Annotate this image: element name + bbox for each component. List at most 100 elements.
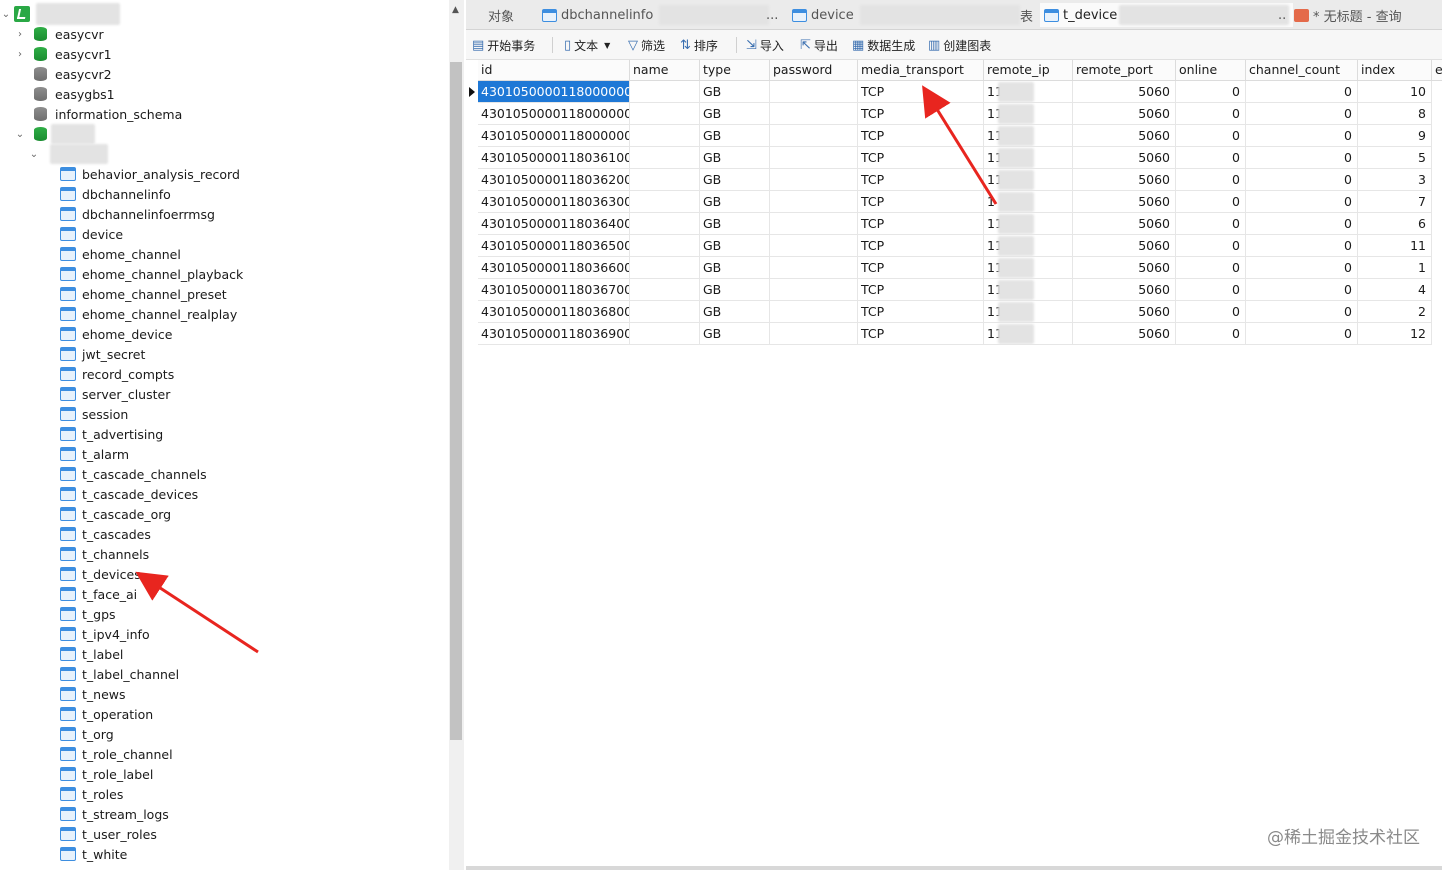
tree-table-jwt-secret[interactable]: jwt_secret — [60, 344, 145, 364]
cell-index[interactable]: 7 — [1358, 191, 1432, 213]
cell-media-transport[interactable]: TCP — [858, 213, 984, 235]
tree-table-dbchannelinfo[interactable]: dbchannelinfo — [60, 184, 171, 204]
cell-online[interactable]: 0 — [1176, 103, 1246, 125]
cell-media-transport[interactable]: TCP — [858, 191, 984, 213]
cell-index[interactable]: 1 — [1358, 257, 1432, 279]
cell-index[interactable]: 3 — [1358, 169, 1432, 191]
import-button[interactable]: ⇲ 导入 — [746, 36, 784, 54]
cell-channel-count[interactable]: 0 — [1246, 257, 1358, 279]
cell-name[interactable] — [630, 191, 700, 213]
cell-password[interactable] — [770, 257, 858, 279]
row-indicator[interactable] — [466, 169, 478, 191]
create-chart-button[interactable]: ▥ 创建图表 — [928, 36, 991, 54]
cell-name[interactable] — [630, 103, 700, 125]
cell-remote-ip[interactable]: 11 — [984, 147, 1073, 169]
cell-type[interactable]: GB — [700, 301, 770, 323]
cell-remote-port[interactable]: 5060 — [1073, 125, 1176, 147]
column-header-remote-ip[interactable]: remote_ip — [984, 60, 1073, 81]
cell-media-transport[interactable]: TCP — [858, 169, 984, 191]
cell-name[interactable] — [630, 301, 700, 323]
column-header-media-transport[interactable]: media_transport — [858, 60, 984, 81]
cell-type[interactable]: GB — [700, 213, 770, 235]
cell-channel-count[interactable]: 0 — [1246, 213, 1358, 235]
row-indicator[interactable] — [466, 125, 478, 147]
tree-table-t-label-channel[interactable]: t_label_channel — [60, 664, 179, 684]
cell-type[interactable]: GB — [700, 235, 770, 257]
tree-root-connection[interactable]: ⌄ — [0, 3, 120, 25]
cell-id[interactable]: 430105000011803660000 — [478, 257, 630, 279]
tree-table-t-role-channel[interactable]: t_role_channel — [60, 744, 173, 764]
row-indicator[interactable] — [466, 235, 478, 257]
row-indicator[interactable] — [466, 301, 478, 323]
cell-type[interactable]: GB — [700, 103, 770, 125]
tree-table-t-org[interactable]: t_org — [60, 724, 114, 744]
cell-type[interactable]: GB — [700, 81, 770, 103]
row-indicator[interactable] — [466, 257, 478, 279]
cell-online[interactable]: 0 — [1176, 323, 1246, 345]
cell-id[interactable]: 430105000011803650000 — [478, 235, 630, 257]
cell-id[interactable]: 430105000011803680000 — [478, 301, 630, 323]
cell-media-transport[interactable]: TCP — [858, 257, 984, 279]
scrollbar-thumb[interactable] — [450, 62, 462, 740]
cell-id[interactable]: 430105000011803640000 — [478, 213, 630, 235]
cell-name[interactable] — [630, 147, 700, 169]
cell-media-transport[interactable]: TCP — [858, 301, 984, 323]
cell-remote-ip[interactable]: 11 — [984, 279, 1073, 301]
cell-online[interactable]: 0 — [1176, 147, 1246, 169]
cell-online[interactable]: 0 — [1176, 191, 1246, 213]
scroll-up-icon[interactable]: ▲ — [452, 5, 459, 15]
cell-remote-port[interactable]: 5060 — [1073, 81, 1176, 103]
chevron-right-icon[interactable]: › — [14, 49, 26, 60]
cell-online[interactable]: 0 — [1176, 81, 1246, 103]
tree-table-behavior-analysis-record[interactable]: behavior_analysis_record — [60, 164, 240, 184]
sort-button[interactable]: ⇅ 排序 — [680, 36, 718, 54]
cell-remote-ip[interactable]: 11 — [984, 125, 1073, 147]
tree-table-device[interactable]: device — [60, 224, 123, 244]
tree-table-t-news[interactable]: t_news — [60, 684, 126, 704]
cell-online[interactable]: 0 — [1176, 235, 1246, 257]
tree-table-t-white[interactable]: t_white — [60, 844, 127, 864]
cell-online[interactable]: 0 — [1176, 213, 1246, 235]
tree-table-t-devices[interactable]: t_devices — [60, 564, 141, 584]
tree-table-t-cascade-org[interactable]: t_cascade_org — [60, 504, 171, 524]
cell-media-transport[interactable]: TCP — [858, 323, 984, 345]
cell-name[interactable] — [630, 169, 700, 191]
cell-name[interactable] — [630, 213, 700, 235]
cell-type[interactable]: GB — [700, 169, 770, 191]
cell-name[interactable] — [630, 125, 700, 147]
cell-index[interactable]: 5 — [1358, 147, 1432, 169]
cell-remote-ip[interactable]: 11 — [984, 103, 1073, 125]
tree-db-easycvr[interactable]: › easycvr — [0, 24, 104, 44]
cell-password[interactable] — [770, 301, 858, 323]
horizontal-scrollbar[interactable] — [466, 866, 1442, 870]
cell-online[interactable]: 0 — [1176, 279, 1246, 301]
tree-table-server-cluster[interactable]: server_cluster — [60, 384, 170, 404]
column-header-index[interactable]: index — [1358, 60, 1432, 81]
cell-index[interactable]: 4 — [1358, 279, 1432, 301]
cell-name[interactable] — [630, 279, 700, 301]
row-indicator[interactable] — [466, 147, 478, 169]
cell-id[interactable]: 430105000011800000005 — [478, 103, 630, 125]
cell-channel-count[interactable]: 0 — [1246, 235, 1358, 257]
cell-remote-ip[interactable]: 11 — [984, 235, 1073, 257]
column-header-name[interactable]: name — [630, 60, 700, 81]
chevron-down-icon[interactable]: ⌄ — [0, 9, 12, 20]
column-header-type[interactable]: type — [700, 60, 770, 81]
tree-db-easycvr1[interactable]: › easycvr1 — [0, 44, 112, 64]
cell-name[interactable] — [630, 323, 700, 345]
cell-password[interactable] — [770, 235, 858, 257]
tree-scrollbar[interactable]: ▲ — [449, 0, 464, 870]
cell-password[interactable] — [770, 213, 858, 235]
cell-password[interactable] — [770, 147, 858, 169]
tree-table-t-advertising[interactable]: t_advertising — [60, 424, 163, 444]
cell-remote-ip[interactable]: 11 — [984, 213, 1073, 235]
cell-type[interactable]: GB — [700, 125, 770, 147]
tree-table-t-cascade-channels[interactable]: t_cascade_channels — [60, 464, 207, 484]
cell-name[interactable] — [630, 81, 700, 103]
cell-channel-count[interactable]: 0 — [1246, 125, 1358, 147]
cell-remote-ip[interactable]: 11 — [984, 301, 1073, 323]
cell-remote-port[interactable]: 5060 — [1073, 235, 1176, 257]
tree-table-t-cascade-devices[interactable]: t_cascade_devices — [60, 484, 198, 504]
cell-index[interactable]: 11 — [1358, 235, 1432, 257]
tree-table-t-label[interactable]: t_label — [60, 644, 123, 664]
